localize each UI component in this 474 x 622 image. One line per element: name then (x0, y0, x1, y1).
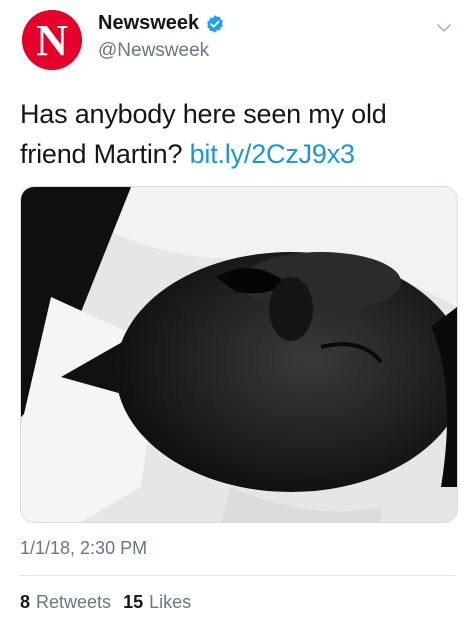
tweet-text: Has anybody here seen my old friend Mart… (20, 94, 460, 174)
tweet-link[interactable]: bit.ly/2CzJ9x3 (190, 139, 355, 169)
tweet-header: N Newsweek @Newsweek (20, 8, 460, 72)
likes-stat[interactable]: 15 Likes (123, 592, 191, 613)
chevron-down-icon[interactable] (434, 18, 454, 38)
verified-badge-icon (205, 14, 225, 34)
retweets-stat[interactable]: 8 Retweets (20, 592, 111, 613)
photo-image (21, 187, 457, 522)
newsweek-logo-icon: N (22, 10, 82, 70)
likes-count: 15 (123, 592, 144, 612)
divider (20, 575, 456, 576)
svg-text:N: N (36, 16, 68, 65)
tweet-stats: 8 Retweets 15 Likes (20, 592, 191, 613)
retweets-label: Retweets (36, 592, 112, 612)
tweet-timestamp[interactable]: 1/1/18, 2:30 PM (20, 538, 147, 559)
avatar[interactable]: N (22, 10, 82, 70)
retweets-count: 8 (20, 592, 31, 612)
name-row: Newsweek (98, 12, 225, 35)
tweet-photo[interactable] (20, 186, 458, 523)
likes-label: Likes (149, 592, 192, 612)
handle[interactable]: @Newsweek (98, 40, 209, 62)
display-name[interactable]: Newsweek (98, 12, 199, 35)
